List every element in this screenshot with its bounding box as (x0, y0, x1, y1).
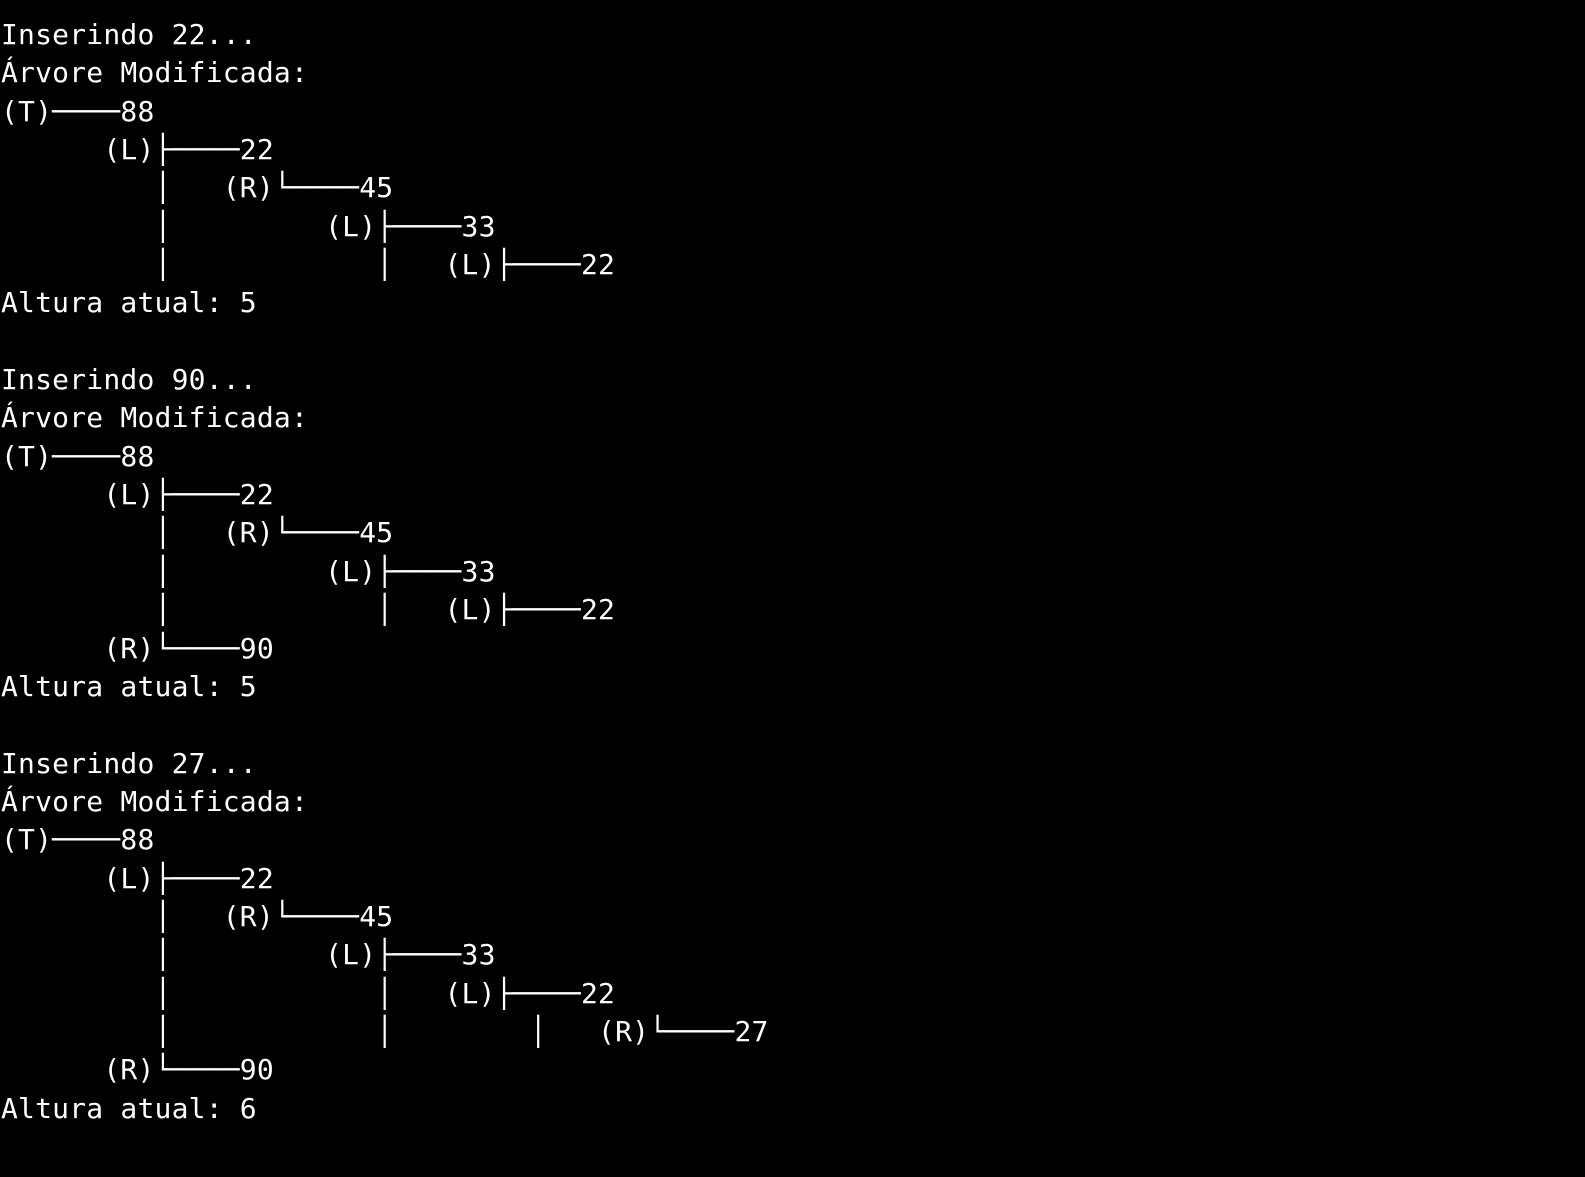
terminal-output: Inserindo 22... Árvore Modificada: (T)────… (0, 16, 769, 1128)
terminal-line: Altura atual: 5 (1, 286, 257, 320)
terminal-line: │ │ │ (R)└────27 (1, 1014, 769, 1048)
terminal-line: Inserindo 90... (1, 363, 257, 397)
terminal-line: Altura atual: 5 (1, 669, 257, 703)
terminal-line: (T)────88 (1, 439, 155, 473)
terminal-window[interactable]: Inserindo 22... Árvore Modificada: (T)────… (0, 0, 1585, 1177)
terminal-line: │ (R)└────45 (1, 516, 394, 550)
terminal-line: Altura atual: 6 (1, 1091, 257, 1125)
terminal-line: │ (L)├────33 (1, 554, 496, 588)
terminal-line: Inserindo 27... (1, 746, 257, 780)
terminal-line: │ │ (L)├────22 (1, 593, 616, 627)
terminal-line: (L)├────22 (1, 861, 274, 895)
terminal-line: (T)────88 (1, 823, 155, 857)
terminal-line: │ │ (L)├────22 (1, 976, 616, 1010)
terminal-line: │ │ (L)├────22 (1, 248, 616, 282)
terminal-line: (T)────88 (1, 94, 155, 128)
terminal-line: (R)└────90 (1, 631, 274, 665)
terminal-line: Inserindo 22... (1, 18, 257, 51)
terminal-line: Árvore Modificada: (1, 784, 309, 818)
terminal-line: (R)└────90 (1, 1053, 274, 1087)
terminal-line: │ (R)└────45 (1, 899, 394, 933)
terminal-line: (L)├────22 (1, 133, 274, 167)
terminal-line: │ (R)└────45 (1, 171, 394, 205)
terminal-line: (L)├────22 (1, 478, 274, 512)
terminal-line: │ (L)├────33 (1, 209, 496, 243)
terminal-line: Árvore Modificada: (1, 401, 309, 435)
terminal-line: │ (L)├────33 (1, 938, 496, 972)
terminal-line: Árvore Modificada: (1, 56, 309, 90)
